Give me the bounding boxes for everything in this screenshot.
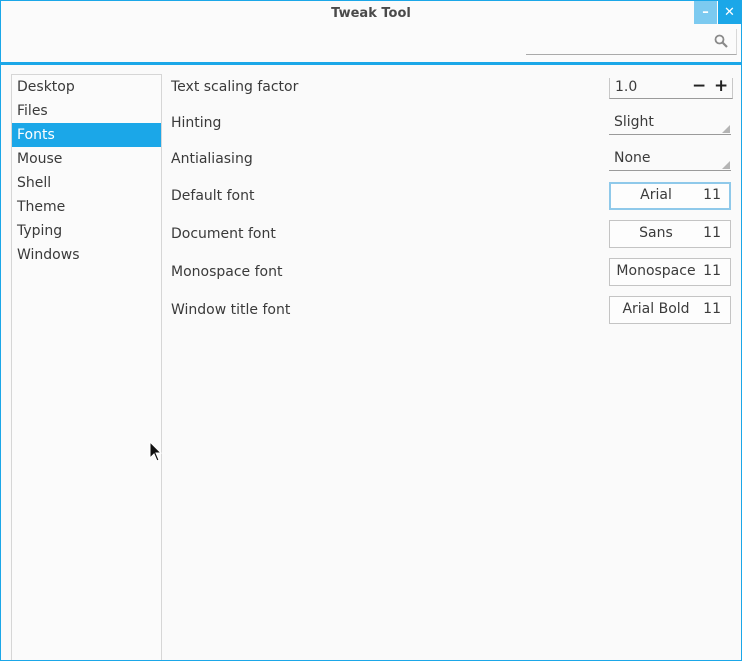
hinting-dropdown[interactable]: Slight — [609, 112, 731, 135]
title-bar[interactable]: Tweak Tool – ✕ — [1, 1, 741, 65]
sidebar-item-mouse[interactable]: Mouse — [12, 147, 161, 171]
decrease-button[interactable]: − — [692, 76, 706, 96]
sidebar-item-shell[interactable]: Shell — [12, 171, 161, 195]
antialiasing-dropdown[interactable]: None — [609, 148, 731, 171]
hinting-value: Slight — [614, 114, 654, 130]
document-font-name: Sans — [639, 225, 673, 241]
monospace-font-button[interactable]: Monospace 11 — [609, 258, 731, 286]
search-field[interactable] — [528, 31, 712, 53]
text-scaling-spinbutton[interactable]: 1.0 − + — [609, 76, 733, 99]
sidebar-item-theme[interactable]: Theme — [12, 195, 161, 219]
monospace-font-size: 11 — [703, 263, 721, 279]
antialiasing-value: None — [614, 150, 651, 166]
dropdown-arrow-icon — [722, 125, 730, 133]
antialiasing-label: Antialiasing — [171, 151, 253, 167]
text-scaling-value[interactable]: 1.0 — [615, 79, 637, 95]
sidebar-item-typing[interactable]: Typing — [12, 219, 161, 243]
sidebar-item-files[interactable]: Files — [12, 99, 161, 123]
window-title-font-size: 11 — [703, 301, 721, 317]
window-title: Tweak Tool — [331, 6, 411, 21]
sidebar: Desktop Files Fonts Mouse Shell Theme Ty… — [11, 74, 162, 660]
search-input[interactable] — [526, 29, 737, 55]
document-font-label: Document font — [171, 226, 276, 242]
window-title-font-name: Arial Bold — [622, 301, 690, 317]
window-title-font-button[interactable]: Arial Bold 11 — [609, 296, 731, 324]
close-button[interactable]: ✕ — [718, 1, 741, 24]
hinting-label: Hinting — [171, 115, 222, 131]
document-font-button[interactable]: Sans 11 — [609, 220, 731, 248]
sidebar-item-windows[interactable]: Windows — [12, 243, 161, 267]
monospace-font-name: Monospace — [616, 263, 696, 279]
document-font-size: 11 — [703, 225, 721, 241]
default-font-label: Default font — [171, 188, 255, 204]
default-font-button[interactable]: Arial 11 — [609, 182, 731, 210]
window-title-font-label: Window title font — [171, 302, 291, 318]
sidebar-item-fonts[interactable]: Fonts — [12, 123, 161, 147]
dropdown-arrow-icon — [722, 161, 730, 169]
increase-button[interactable]: + — [714, 76, 728, 96]
minimize-button[interactable]: – — [694, 1, 717, 24]
search-icon[interactable] — [714, 34, 728, 48]
mouse-pointer-icon — [149, 441, 163, 462]
tweak-tool-window: Tweak Tool – ✕ Desktop Files Fonts Mouse… — [0, 0, 742, 661]
sidebar-item-desktop[interactable]: Desktop — [12, 75, 161, 99]
default-font-size: 11 — [703, 187, 721, 203]
monospace-font-label: Monospace font — [171, 264, 283, 280]
default-font-name: Arial — [640, 187, 672, 203]
text-scaling-label: Text scaling factor — [171, 79, 299, 95]
